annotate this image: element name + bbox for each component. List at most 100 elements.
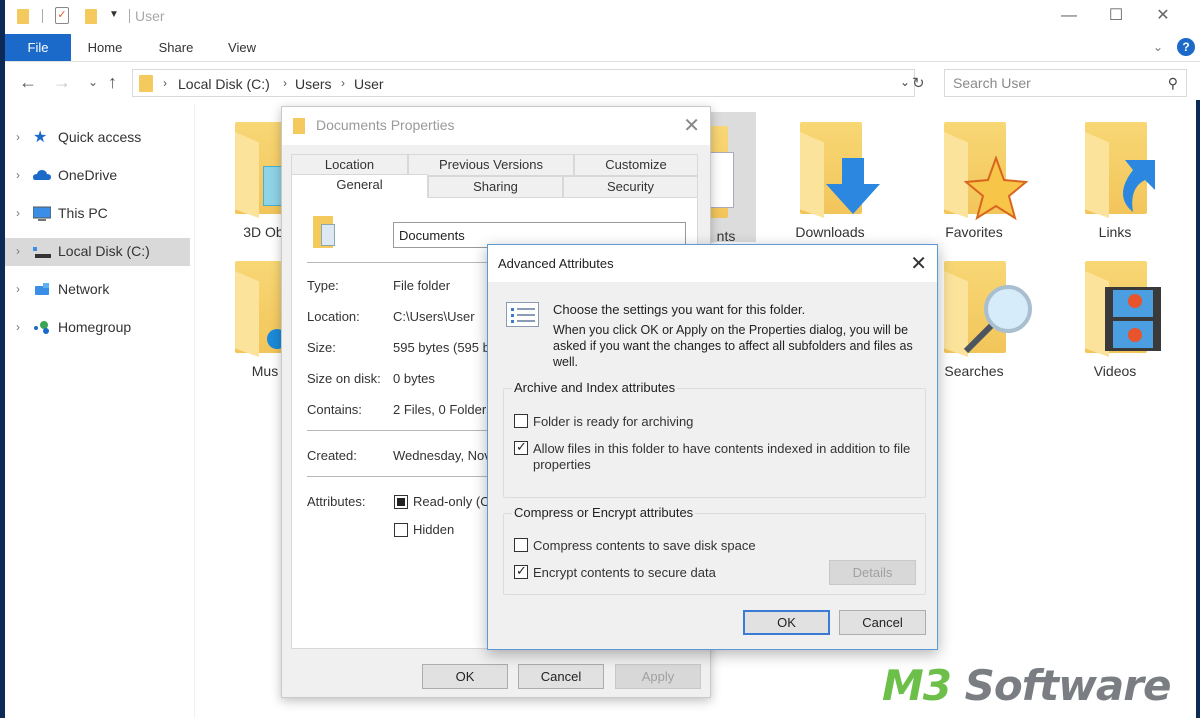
address-bar[interactable]: › Local Disk (C:) › Users › User ⌄ xyxy=(132,69,915,97)
watermark-software: Software xyxy=(951,661,1172,710)
recent-locations-button[interactable]: ⌄ xyxy=(88,75,98,89)
close-icon[interactable]: ✕ xyxy=(910,251,927,276)
sidebar-item-homegroup[interactable]: › Homegroup xyxy=(5,314,190,342)
chevron-right-icon[interactable]: › xyxy=(16,320,20,334)
drive-icon xyxy=(33,244,51,260)
chevron-right-icon[interactable]: › xyxy=(16,244,20,258)
ok-button[interactable]: OK xyxy=(743,610,830,635)
tab-file[interactable]: File xyxy=(5,34,71,61)
sidebar-item-local-disk[interactable]: › Local Disk (C:) xyxy=(5,238,190,266)
tab-sharing[interactable]: Sharing xyxy=(428,176,563,198)
folder-label: Videos xyxy=(1093,363,1137,379)
title-bar: ✓ ▼ User — ☐ ✕ xyxy=(5,0,1200,34)
ok-button[interactable]: OK xyxy=(422,664,508,689)
sidebar-item-label: Quick access xyxy=(58,129,142,145)
location-value: C:\Users\User xyxy=(393,309,475,324)
archiving-checkbox[interactable] xyxy=(514,414,528,428)
folder-downloads[interactable]: Downloads xyxy=(770,108,890,240)
help-icon[interactable]: ? xyxy=(1177,38,1195,56)
breadcrumb-separator[interactable]: › xyxy=(163,76,167,90)
hidden-checkbox[interactable] xyxy=(394,523,408,537)
forward-button[interactable]: → xyxy=(53,72,71,93)
dialog-title-bar[interactable]: Documents Properties ✕ xyxy=(282,107,710,145)
star-icon: ★ xyxy=(33,129,48,146)
archiving-label[interactable]: Folder is ready for archiving xyxy=(533,414,693,429)
indexing-label[interactable]: Allow files in this folder to have conte… xyxy=(533,441,913,473)
folder-icon[interactable] xyxy=(17,9,29,24)
film-icon xyxy=(1105,287,1161,351)
tab-home[interactable]: Home xyxy=(80,34,130,61)
watermark-m3: M3 xyxy=(882,661,952,710)
sidebar-item-network[interactable]: › Network xyxy=(5,276,190,304)
dialog-title: Documents Properties xyxy=(316,117,455,133)
tab-share[interactable]: Share xyxy=(151,34,201,61)
properties-icon[interactable]: ✓ xyxy=(55,7,69,24)
cancel-button[interactable]: Cancel xyxy=(839,610,926,635)
address-dropdown-icon[interactable]: ⌄ xyxy=(900,75,910,89)
breadcrumb-users[interactable]: Users xyxy=(295,76,332,92)
dialog-title-bar[interactable]: Advanced Attributes ✕ xyxy=(488,245,937,282)
chevron-right-icon[interactable]: › xyxy=(16,282,20,296)
search-input[interactable] xyxy=(953,75,1153,91)
cancel-button[interactable]: Cancel xyxy=(518,664,604,689)
folder-label: Downloads xyxy=(795,224,865,240)
minimize-button[interactable]: — xyxy=(1049,4,1089,28)
chevron-right-icon[interactable]: › xyxy=(16,168,20,182)
folder-favorites[interactable]: Favorites xyxy=(914,108,1034,240)
close-icon[interactable]: ✕ xyxy=(683,113,700,138)
folder-label: Favorites xyxy=(945,224,1003,240)
created-value: Wednesday, Nov xyxy=(393,448,491,463)
apply-button[interactable]: Apply xyxy=(615,664,701,689)
expand-ribbon-icon[interactable]: ⌄ xyxy=(1153,40,1163,54)
breadcrumb-local-disk[interactable]: Local Disk (C:) xyxy=(178,76,270,92)
separator xyxy=(42,9,43,23)
search-icon[interactable]: ⚲ xyxy=(1168,75,1178,92)
encrypt-label[interactable]: Encrypt contents to secure data xyxy=(533,565,716,580)
customize-quick-access-icon[interactable]: ▼ xyxy=(109,9,119,20)
breadcrumb-user[interactable]: User xyxy=(354,76,384,92)
size-on-disk-label: Size on disk: xyxy=(307,371,381,386)
tab-view[interactable]: View xyxy=(219,34,265,61)
sidebar-item-onedrive[interactable]: › OneDrive xyxy=(5,162,190,190)
readonly-checkbox[interactable] xyxy=(394,495,408,509)
tab-customize[interactable]: Customize xyxy=(574,154,698,176)
readonly-label[interactable]: Read-only (Or xyxy=(413,494,495,509)
breadcrumb-separator[interactable]: › xyxy=(283,76,287,90)
contains-value: 2 Files, 0 Folders xyxy=(393,402,493,417)
tab-location[interactable]: Location xyxy=(291,154,408,176)
indexing-checkbox[interactable] xyxy=(514,439,528,455)
details-button[interactable]: Details xyxy=(829,560,916,585)
search-box[interactable]: ⚲ xyxy=(944,69,1187,97)
up-button[interactable]: ↑ xyxy=(108,72,117,93)
dialog-title: Advanced Attributes xyxy=(498,256,614,271)
new-folder-icon[interactable] xyxy=(85,9,97,24)
refresh-icon[interactable]: ↻ xyxy=(912,74,925,92)
hidden-label[interactable]: Hidden xyxy=(413,522,454,537)
back-button[interactable]: ← xyxy=(19,72,37,93)
window-title: User xyxy=(135,8,165,24)
maximize-button[interactable]: ☐ xyxy=(1096,4,1136,28)
tab-previous-versions[interactable]: Previous Versions xyxy=(408,154,574,176)
encrypt-checkbox[interactable] xyxy=(514,563,528,579)
location-label: Location: xyxy=(307,309,360,324)
settings-list-icon xyxy=(506,302,539,327)
folder-videos[interactable]: Videos xyxy=(1055,247,1175,379)
tab-general[interactable]: General xyxy=(291,174,428,198)
cloud-icon xyxy=(33,168,51,184)
folder-links[interactable]: Links xyxy=(1055,108,1175,240)
sidebar-item-label: OneDrive xyxy=(58,167,118,183)
sidebar-item-quick-access[interactable]: › ★ Quick access xyxy=(5,124,190,152)
compress-checkbox[interactable] xyxy=(514,538,528,552)
chevron-right-icon[interactable]: › xyxy=(16,206,20,220)
sidebar-item-label: Homegroup xyxy=(58,319,132,335)
sidebar-item-this-pc[interactable]: › This PC xyxy=(5,200,190,228)
tab-security[interactable]: Security xyxy=(563,176,698,198)
close-button[interactable]: ✕ xyxy=(1143,4,1183,28)
monitor-icon xyxy=(32,206,52,222)
star-icon xyxy=(964,156,1028,221)
breadcrumb-separator[interactable]: › xyxy=(341,76,345,90)
ribbon: File Home Share View ⌄ ? xyxy=(5,34,1200,62)
compress-label[interactable]: Compress contents to save disk space xyxy=(533,538,756,553)
chevron-right-icon[interactable]: › xyxy=(16,130,20,144)
created-label: Created: xyxy=(307,448,357,463)
